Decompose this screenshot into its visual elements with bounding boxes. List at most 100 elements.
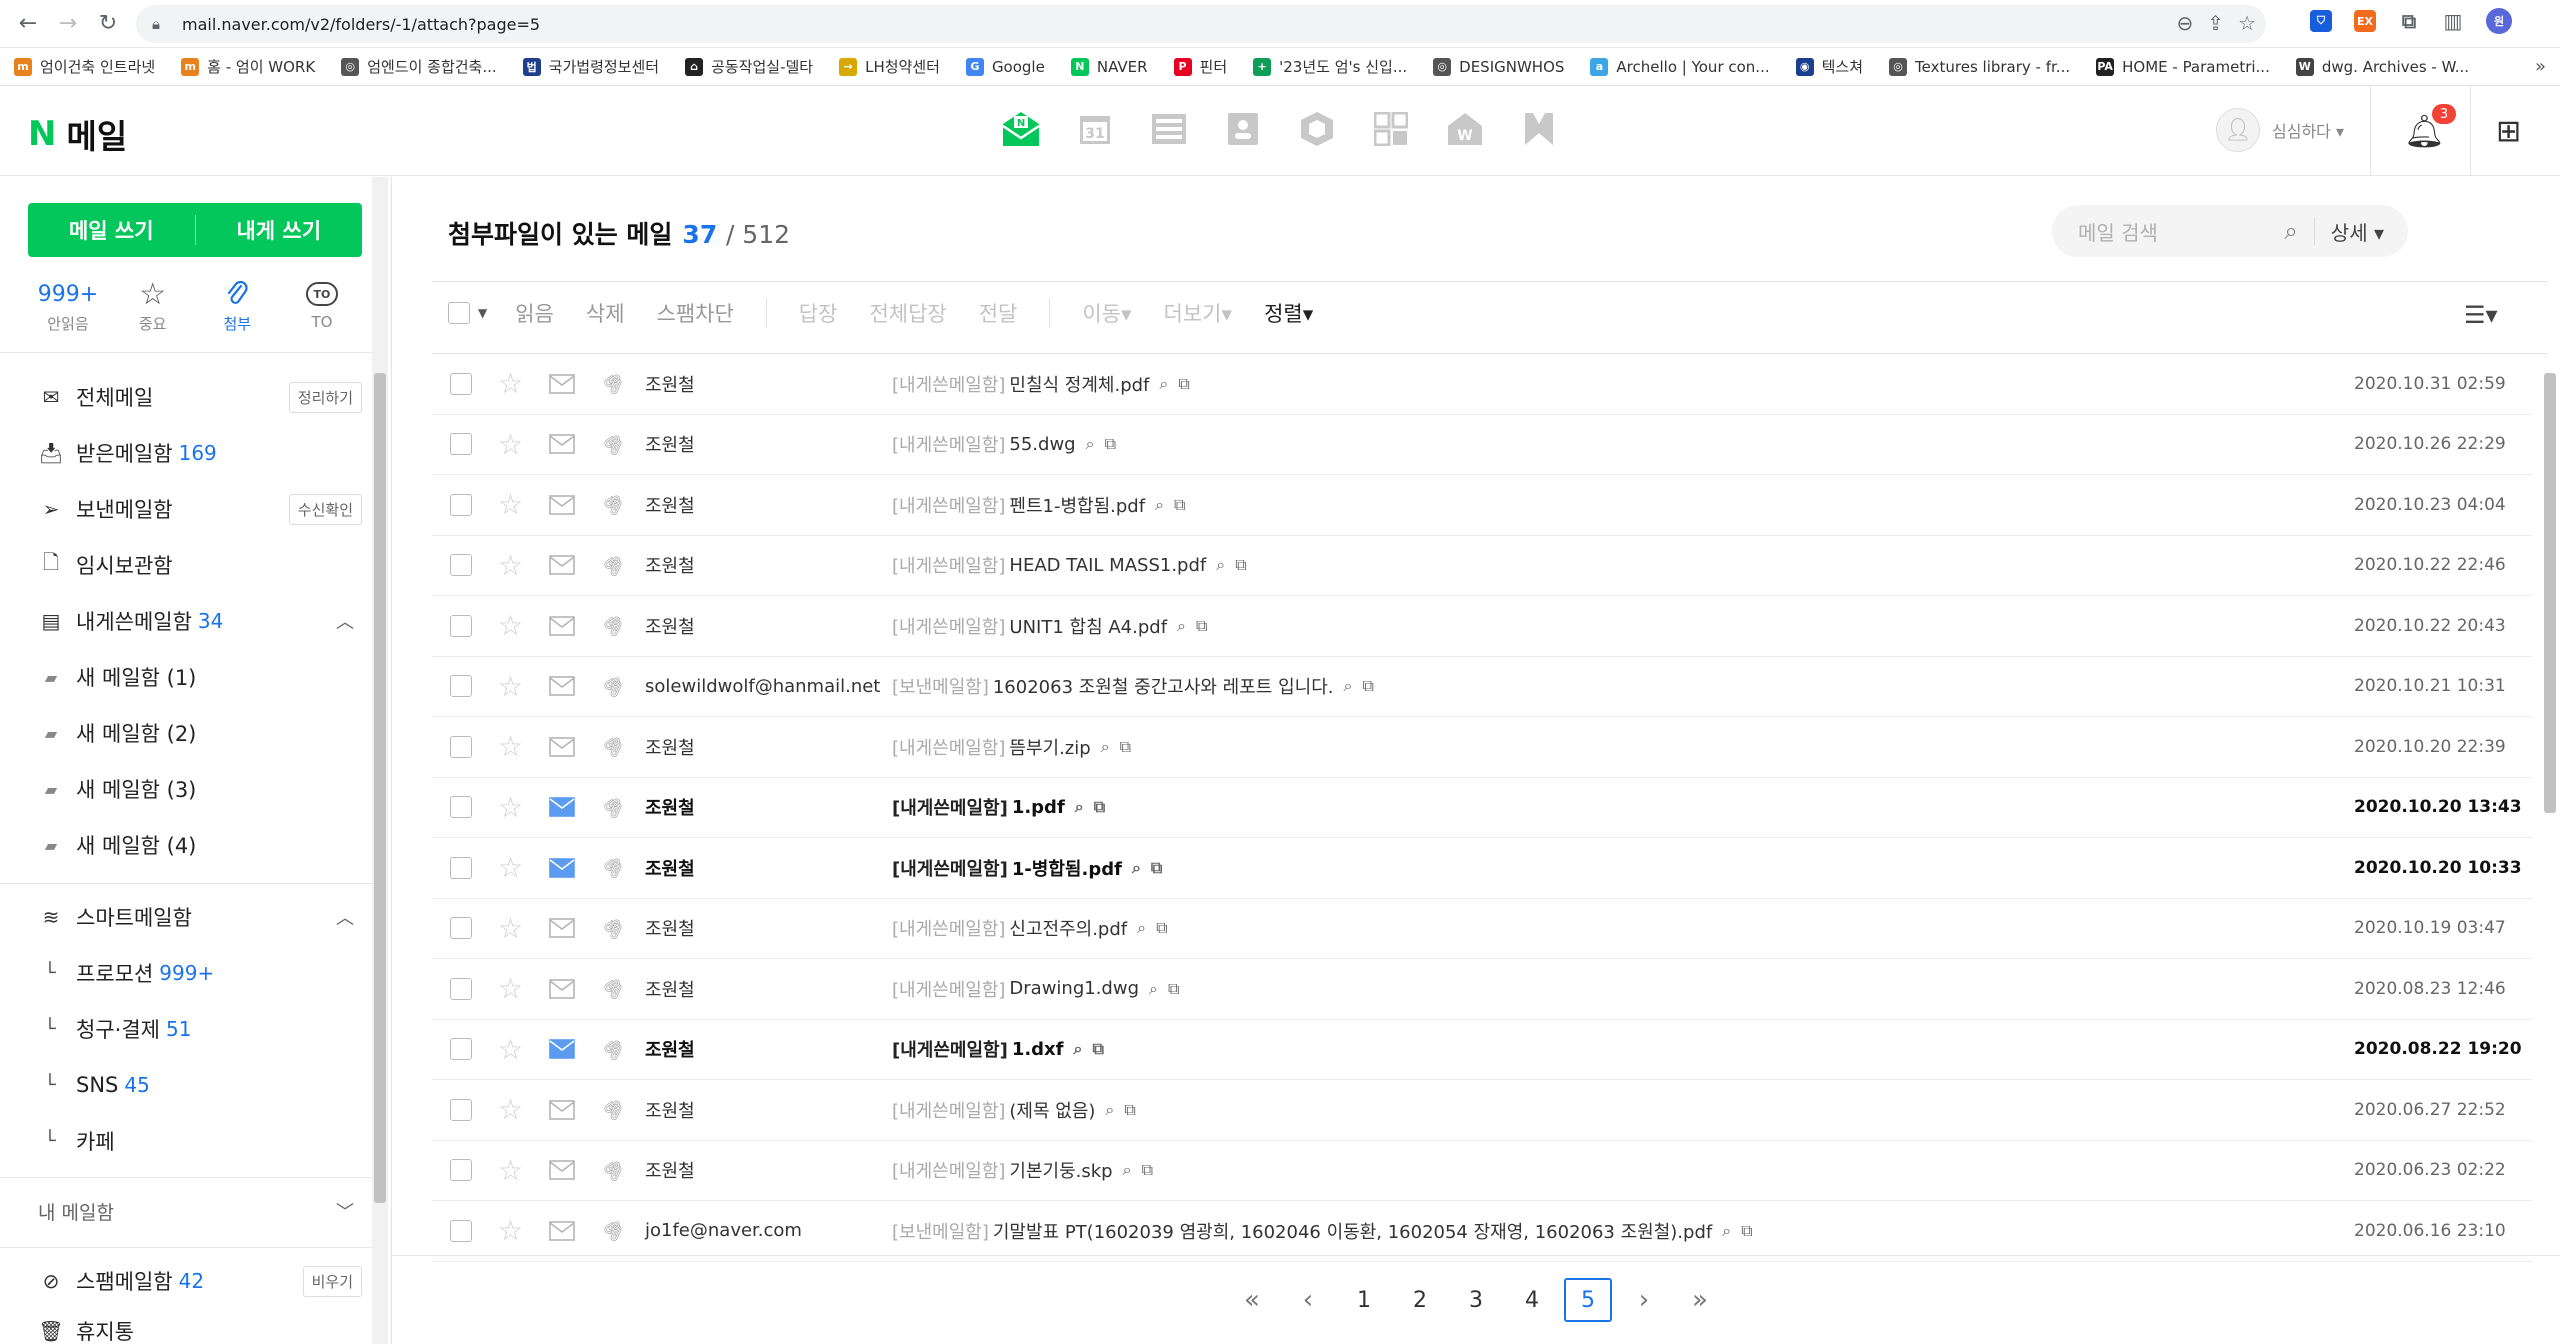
quick-unread[interactable]: 999+ 안읽음 — [38, 277, 98, 334]
subfolder-2[interactable]: ▰ 새 메일함 (2) — [38, 713, 368, 753]
row-checkbox[interactable] — [450, 796, 472, 819]
quick-attachment[interactable]: 첨부 — [207, 277, 267, 334]
spam-block-button[interactable]: 스팸차단 — [657, 298, 734, 328]
search-input[interactable]: 메일 검색 — [2078, 217, 2284, 246]
bookmark-item[interactable]: m 엄이건축 인트라넷 — [14, 56, 155, 77]
open-new-window-icon[interactable]: ⧉ — [1178, 374, 1189, 394]
row-checkbox[interactable] — [450, 493, 472, 516]
star-icon[interactable]: ☆ — [498, 367, 523, 400]
back-icon[interactable]: ← — [8, 4, 48, 44]
bookmark-item[interactable]: ◎ 엄엔드이 종합건축... — [341, 56, 497, 77]
bitwarden-extension-icon[interactable]: ⛉ — [2310, 10, 2332, 32]
envelope-read-icon[interactable] — [549, 918, 575, 939]
contacts-app-icon[interactable] — [1222, 108, 1264, 150]
row-checkbox[interactable] — [450, 1159, 472, 1182]
mail-sender[interactable]: 조원철 — [645, 1097, 695, 1123]
bookmark-star-icon[interactable]: ☆ — [2238, 11, 2256, 35]
envelope-unread-icon[interactable] — [549, 857, 575, 878]
row-checkbox[interactable] — [450, 977, 472, 1000]
mail-subject[interactable]: [내게쓴메일함] 펜트1-병합됨.pdf ⌕ ⧉ — [892, 492, 1185, 518]
star-icon[interactable]: ☆ — [498, 1093, 523, 1126]
envelope-read-icon[interactable] — [549, 555, 575, 576]
smart-billing[interactable]: └ 청구·결제 51 — [38, 1009, 368, 1049]
open-new-window-icon[interactable]: ⧉ — [1105, 434, 1116, 454]
mail-subject[interactable]: [내게쓴메일함] 기본기둥.skp ⌕ ⧉ — [892, 1157, 1153, 1183]
open-new-window-icon[interactable]: ⧉ — [1235, 555, 1246, 575]
star-icon[interactable]: ☆ — [498, 670, 523, 703]
star-icon[interactable]: ☆ — [498, 912, 523, 945]
mark-read-button[interactable]: 읽음 — [515, 298, 554, 328]
preview-search-icon[interactable]: ⌕ — [1159, 374, 1168, 394]
star-icon[interactable]: ☆ — [498, 730, 523, 763]
mail-sender[interactable]: 조원철 — [645, 613, 695, 639]
envelope-read-icon[interactable] — [549, 1160, 575, 1181]
page-button[interactable]: 1 — [1340, 1278, 1388, 1322]
sidepanel-icon[interactable]: ▥ — [2442, 9, 2464, 33]
folder-smart[interactable]: ≋ 스마트메일함 ︿ — [38, 897, 368, 937]
select-dropdown-icon[interactable]: ▼ — [478, 306, 487, 320]
star-icon[interactable]: ☆ — [498, 1033, 523, 1066]
mail-subject[interactable]: [내게쓴메일함] 민칠식 정계체.pdf ⌕ ⧉ — [892, 371, 1190, 397]
star-icon[interactable]: ☆ — [498, 791, 523, 824]
mail-row[interactable]: ☆ 🖇︎ 조원철 [내게쓴메일함] Drawing1.dwg ⌕ ⧉ 2020.… — [432, 959, 2532, 1020]
mail-row[interactable]: ☆ 🖇︎ 조원철 [내게쓴메일함] UNIT1 합침 A4.pdf ⌕ ⧉ 20… — [432, 596, 2532, 657]
mail-row[interactable]: ☆ 🖇︎ 조원철 [내게쓴메일함] 1-병합됨.pdf ⌕ ⧉ 2020.10.… — [432, 838, 2532, 899]
my-mailbox-section[interactable]: 내 메일함 ﹀ — [38, 1191, 368, 1231]
folder-spam[interactable]: ⊘ 스팸메일함 42 비우기 — [38, 1261, 368, 1301]
mail-app-icon[interactable]: N — [1000, 108, 1042, 150]
compose-button[interactable]: 메일 쓰기 — [28, 203, 195, 257]
mail-sender[interactable]: 조원철 — [645, 371, 695, 397]
chevron-down-icon[interactable]: ﹀ — [336, 1198, 354, 1224]
row-checkbox[interactable] — [450, 554, 472, 577]
mail-row[interactable]: ☆ 🖇︎ jo1fe@naver.com [보낸메일함] 기말발표 PT(160… — [432, 1201, 2532, 1262]
address-bar[interactable]: 🔒︎ mail.naver.com/v2/folders/-1/attach?p… — [136, 5, 2266, 43]
row-checkbox[interactable] — [450, 614, 472, 637]
preview-search-icon[interactable]: ⌕ — [1216, 555, 1225, 575]
envelope-read-icon[interactable] — [549, 373, 575, 394]
bookmark-item[interactable]: 법 국가법령정보센터 — [522, 56, 659, 77]
prev-page-icon[interactable]: ‹ — [1284, 1278, 1332, 1322]
more-button[interactable]: 더보기▾ — [1164, 298, 1233, 328]
user-menu[interactable]: 👤︎ 심심하다 ▾ — [2216, 108, 2344, 152]
open-new-window-icon[interactable]: ⧉ — [1196, 616, 1207, 636]
envelope-read-icon[interactable] — [549, 615, 575, 636]
reply-all-button[interactable]: 전체답장 — [869, 298, 946, 328]
mail-subject[interactable]: [보낸메일함] 1602063 조원철 중간고사와 레포트 입니다. ⌕ ⧉ — [892, 673, 1374, 699]
star-icon[interactable]: ☆ — [498, 1214, 523, 1247]
star-icon[interactable]: ☆ — [498, 972, 523, 1005]
bookmark-item[interactable]: P 핀터 — [1173, 56, 1227, 77]
mybox-app-icon[interactable] — [1296, 108, 1338, 150]
preview-search-icon[interactable]: ⌕ — [1123, 1160, 1132, 1180]
mail-row[interactable]: ☆ 🖇︎ 조원철 [내게쓴메일함] 민칠식 정계체.pdf ⌕ ⧉ 2020.1… — [432, 354, 2532, 415]
mail-row[interactable]: ☆ 🖇︎ 조원철 [내게쓴메일함] 1.dxf ⌕ ⧉ 2020.08.22 1… — [432, 1020, 2532, 1080]
envelope-read-icon[interactable] — [549, 494, 575, 515]
envelope-read-icon[interactable] — [549, 1099, 575, 1120]
row-checkbox[interactable] — [450, 1098, 472, 1121]
row-checkbox[interactable] — [450, 735, 472, 758]
forward-button[interactable]: 전달 — [979, 298, 1018, 328]
bookmark-item[interactable]: + '23년도 엄's 신입... — [1253, 56, 1407, 77]
reload-icon[interactable]: ↻ — [88, 4, 128, 44]
ex-extension-icon[interactable]: EX — [2354, 10, 2376, 32]
preview-search-icon[interactable]: ⌕ — [1101, 737, 1110, 757]
chevron-up-icon[interactable]: ︿ — [336, 608, 354, 634]
star-icon[interactable]: ☆ — [498, 428, 523, 461]
bookmark-item[interactable]: N NAVER — [1070, 57, 1148, 76]
mail-sender[interactable]: 조원철 — [645, 915, 695, 941]
mail-sender[interactable]: 조원철 — [645, 492, 695, 518]
page-button[interactable]: 4 — [1508, 1278, 1556, 1322]
mail-row[interactable]: ☆ 🖇︎ 조원철 [내게쓴메일함] 신고전주의.pdf ⌕ ⧉ 2020.10.… — [432, 899, 2532, 959]
share-icon[interactable]: ⇪ — [2207, 11, 2224, 35]
organize-button[interactable]: 정리하기 — [288, 381, 362, 413]
mail-row[interactable]: ☆ 🖇︎ 조원철 [내게쓴메일함] (제목 없음) ⌕ ⧉ 2020.06.27… — [432, 1080, 2532, 1141]
mail-subject[interactable]: [내게쓴메일함] HEAD TAIL MASS1.pdf ⌕ ⧉ — [892, 552, 1247, 578]
preview-search-icon[interactable]: ⌕ — [1086, 434, 1095, 454]
star-icon[interactable]: ☆ — [498, 488, 523, 521]
mail-subject[interactable]: [보낸메일함] 기말발표 PT(1602039 염광희, 1602046 이동환… — [892, 1218, 1753, 1244]
open-new-window-icon[interactable]: ⧉ — [1151, 858, 1162, 878]
open-new-window-icon[interactable]: ⧉ — [1156, 918, 1167, 938]
mail-row[interactable]: ☆ 🖇︎ 조원철 [내게쓴메일함] 55.dwg ⌕ ⧉ 2020.10.26 … — [432, 415, 2532, 475]
mail-sender[interactable]: 조원철 — [645, 855, 695, 881]
preview-search-icon[interactable]: ⌕ — [1132, 858, 1141, 878]
envelope-read-icon[interactable] — [549, 978, 575, 999]
